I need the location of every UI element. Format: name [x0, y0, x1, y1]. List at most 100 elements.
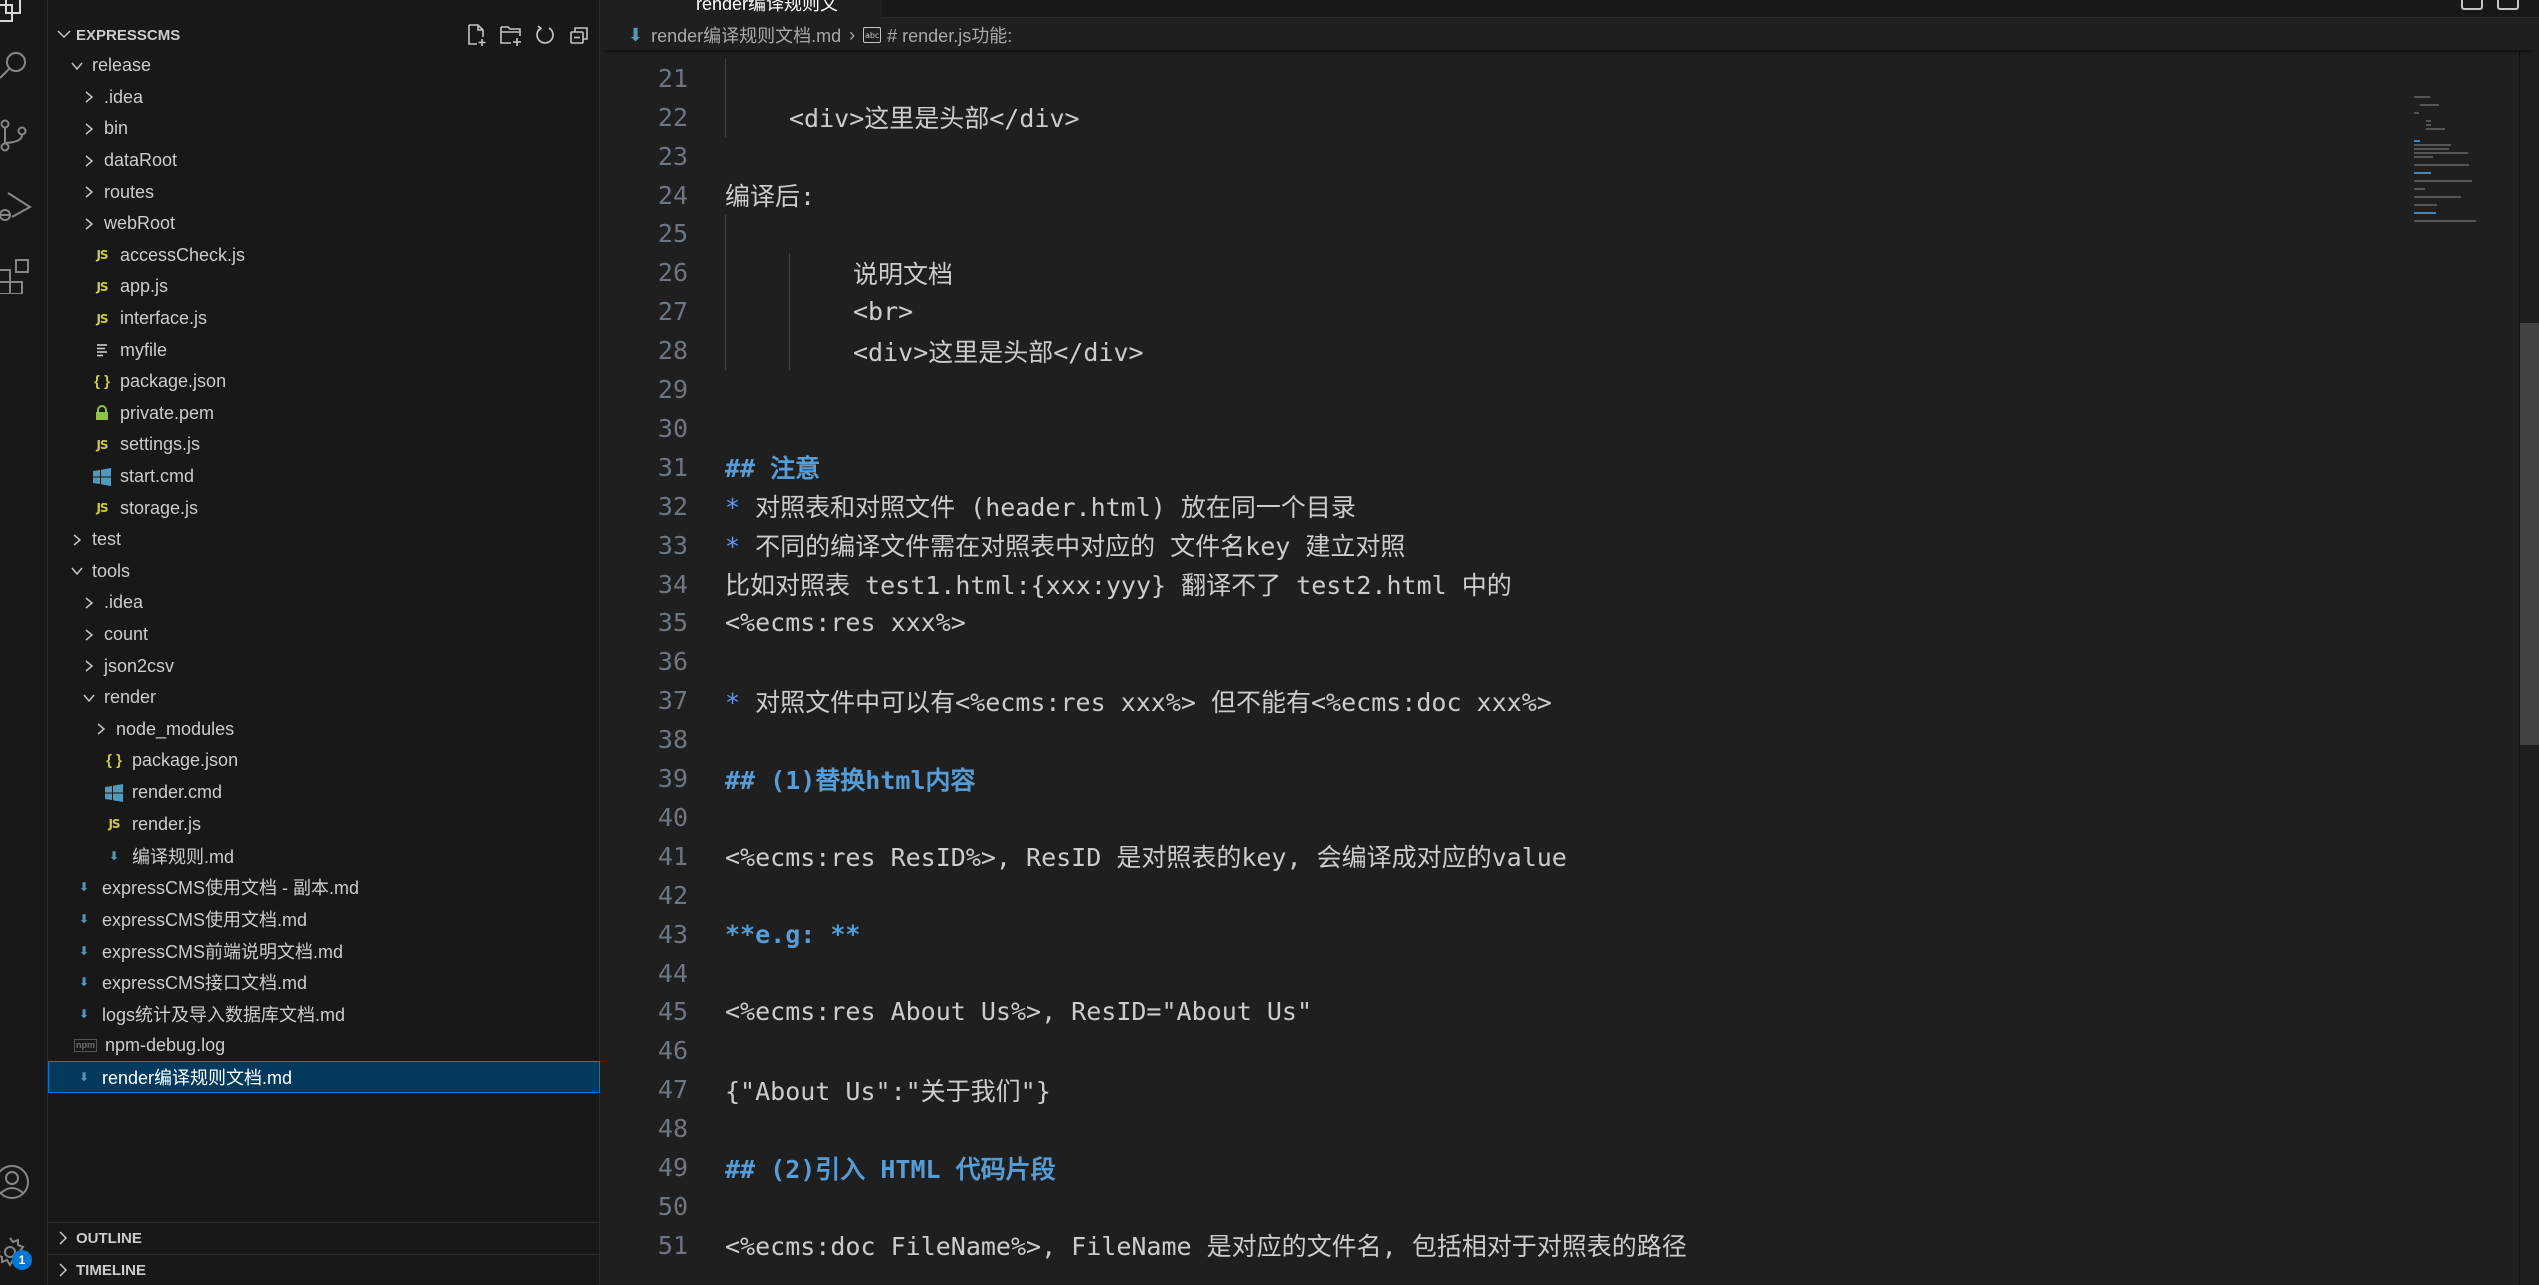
- tab-active-file[interactable]: render编译规则文档.md: [600, 0, 882, 40]
- tree-file[interactable]: start.cmd: [48, 461, 600, 493]
- javascript-file-icon: JS: [96, 248, 108, 263]
- line-number: 45: [657, 997, 688, 1027]
- source-control-icon[interactable]: [0, 112, 48, 160]
- line-number: 21: [657, 63, 688, 93]
- breadcrumb-file[interactable]: render编译规则文档.md: [651, 22, 841, 48]
- breadcrumb-symbol[interactable]: # render.js功能:: [887, 22, 1012, 48]
- code-editor[interactable]: 20header.html :2122<div>这里是头部</div>2324编…: [600, 36, 2400, 1285]
- tree-folder[interactable]: count: [48, 619, 600, 651]
- tree-file[interactable]: ⬇ 编译规则.md: [48, 840, 600, 872]
- tree-item-label: .idea: [104, 86, 144, 107]
- code-line: 21: [600, 59, 2400, 98]
- minimap-line: [2426, 124, 2431, 126]
- minimap-line: [2414, 220, 2477, 222]
- tree-item-label: 编译规则.md: [132, 846, 235, 867]
- tree-folder[interactable]: node_modules: [48, 714, 600, 746]
- tree-file[interactable]: ⬇ expressCMS接口文档.md: [48, 966, 600, 998]
- markdown-heading: ## 注意: [725, 454, 821, 484]
- line-number: 23: [657, 141, 688, 171]
- tree-item-label: test: [92, 529, 122, 550]
- tab-strip: render编译规则文档.md: [600, 0, 2539, 40]
- minimap-line: [2414, 172, 2431, 174]
- tree-folder[interactable]: bin: [48, 113, 600, 145]
- markdown-file-icon: ⬇: [78, 943, 90, 958]
- chevron-right-icon: [82, 217, 96, 231]
- split-editor-icon[interactable]: [2497, 0, 2519, 10]
- explorer-actions: [464, 22, 592, 48]
- line-number: 50: [657, 1191, 688, 1221]
- line-number: 31: [657, 452, 688, 482]
- tree-file[interactable]: JS storage.js: [48, 492, 600, 524]
- search-icon[interactable]: [0, 40, 48, 88]
- run-debug-icon[interactable]: [0, 182, 48, 230]
- code-line: 34 比如对照表 test1.html:{xxx:yyy} 翻译不了 test2.…: [600, 565, 2400, 604]
- line-number: 39: [657, 764, 688, 794]
- tree-file[interactable]: myfile: [48, 334, 600, 366]
- scrollbar-thumb[interactable]: [2520, 323, 2539, 745]
- tree-file[interactable]: render.cmd: [48, 777, 600, 809]
- tree-file[interactable]: JS settings.js: [48, 429, 600, 461]
- tree-file[interactable]: JS app.js: [48, 271, 600, 303]
- tree-file[interactable]: JS accessCheck.js: [48, 240, 600, 272]
- tree-folder[interactable]: release: [48, 50, 600, 82]
- line-number: 43: [657, 919, 688, 949]
- tree-item-label: webRoot: [104, 213, 176, 234]
- tree-folder[interactable]: json2csv: [48, 650, 600, 682]
- extensions-icon[interactable]: [0, 252, 48, 300]
- code-line: 33 * 不同的编译文件需在对照表中对应的 文件名key 建立对照: [600, 526, 2400, 565]
- collapse-all-icon[interactable]: [566, 22, 592, 48]
- code-line: 45 <%ecms:res About Us%>, ResID="About Us…: [600, 993, 2400, 1032]
- refresh-icon[interactable]: [532, 22, 558, 48]
- tree-folder[interactable]: webRoot: [48, 208, 600, 240]
- account-icon[interactable]: [0, 1158, 48, 1206]
- markdown-heading: ## (2)引入 HTML 代码片段: [725, 1154, 1056, 1184]
- tree-file[interactable]: ⬇ logs统计及导入数据库文档.md: [48, 998, 600, 1030]
- open-preview-icon[interactable]: [2461, 0, 2483, 10]
- minimap-line: [2414, 156, 2434, 158]
- minimap-line: [2420, 104, 2440, 106]
- outline-panel-header[interactable]: OUTLINE: [48, 1222, 600, 1254]
- tree-folder[interactable]: dataRoot: [48, 145, 600, 177]
- chevron-right-icon: [94, 722, 108, 736]
- tree-item-label: render: [104, 687, 157, 708]
- tree-item-label: expressCMS使用文档 - 副本.md: [102, 878, 360, 899]
- markdown-file-icon: ⬇: [78, 1069, 90, 1084]
- tree-file[interactable]: ⬇ expressCMS使用文档 - 副本.md: [48, 872, 600, 904]
- code-line: 31 ## 注意: [600, 448, 2400, 487]
- tree-file[interactable]: JS interface.js: [48, 303, 600, 335]
- chevron-right-icon: ›: [849, 24, 856, 45]
- minimap-line: [2414, 180, 2472, 182]
- tree-file[interactable]: ⬇ expressCMS前端说明文档.md: [48, 935, 600, 967]
- line-number: 32: [657, 491, 688, 521]
- minimap[interactable]: [2410, 50, 2510, 222]
- new-folder-icon[interactable]: [498, 22, 524, 48]
- tree-file[interactable]: npm npm-debug.log: [48, 1030, 600, 1062]
- tree-folder[interactable]: routes: [48, 176, 600, 208]
- tree-folder[interactable]: tools: [48, 556, 600, 588]
- tree-file[interactable]: ⬇ render编译规则文档.md: [48, 1061, 600, 1093]
- tree-item-label: routes: [104, 181, 155, 202]
- tree-file[interactable]: private.pem: [48, 398, 600, 430]
- minimap-line: [2414, 204, 2437, 206]
- tree-file[interactable]: { } package.json: [48, 366, 600, 398]
- markdown-file-icon: ⬇: [78, 1006, 90, 1021]
- tree-folder[interactable]: .idea: [48, 82, 600, 114]
- code-line: 43 **e.g: **: [600, 915, 2400, 954]
- tree-file[interactable]: JS render.js: [48, 808, 600, 840]
- tree-file[interactable]: { } package.json: [48, 745, 600, 777]
- new-file-icon[interactable]: [464, 22, 490, 48]
- notification-badge: 1: [12, 1250, 32, 1270]
- markdown-file-icon: ⬇: [78, 911, 90, 926]
- explorer-sidebar: EXPRESSCMS release .idea bin dataRoot routes…: [48, 0, 600, 1285]
- explorer-header[interactable]: EXPRESSCMS: [48, 20, 600, 50]
- tree-folder[interactable]: .idea: [48, 587, 600, 619]
- explorer-icon[interactable]: [0, 0, 48, 34]
- minimap-line: [2426, 120, 2431, 122]
- timeline-panel-header[interactable]: TIMELINE: [48, 1254, 600, 1285]
- gear-icon[interactable]: 1: [0, 1228, 48, 1276]
- tree-item-label: package.json: [120, 371, 227, 392]
- symbol-string-icon: abc: [863, 27, 882, 43]
- tree-file[interactable]: ⬇ expressCMS使用文档.md: [48, 903, 600, 935]
- tree-folder[interactable]: render: [48, 682, 600, 714]
- tree-folder[interactable]: test: [48, 524, 600, 556]
